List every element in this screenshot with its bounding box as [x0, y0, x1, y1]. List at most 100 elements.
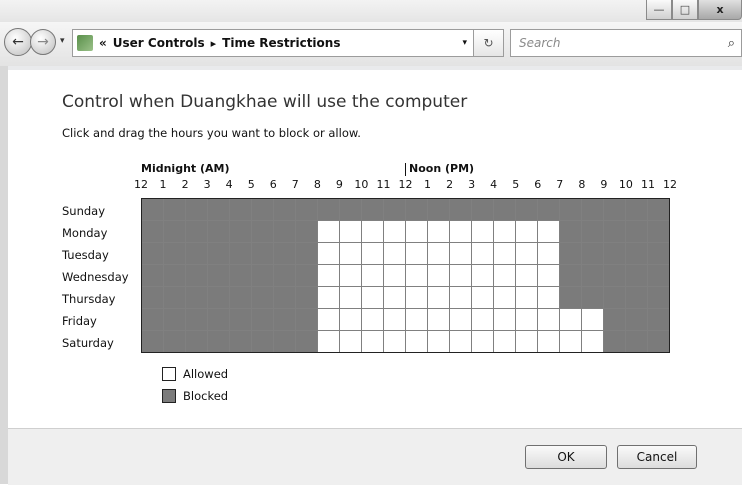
blocked-hour-cell[interactable] — [560, 265, 581, 286]
allowed-hour-cell[interactable] — [560, 309, 581, 330]
search-icon[interactable]: ⌕ — [728, 36, 735, 51]
allowed-hour-cell[interactable] — [516, 309, 537, 330]
back-button[interactable]: ← — [4, 28, 32, 56]
blocked-hour-cell[interactable] — [626, 243, 647, 264]
allowed-hour-cell[interactable] — [406, 243, 427, 264]
allowed-hour-cell[interactable] — [384, 221, 405, 242]
blocked-hour-cell[interactable] — [186, 243, 207, 264]
blocked-hour-cell[interactable] — [604, 243, 625, 264]
allowed-hour-cell[interactable] — [406, 221, 427, 242]
maximize-button[interactable]: □ — [672, 0, 698, 20]
blocked-hour-cell[interactable] — [252, 243, 273, 264]
blocked-hour-cell[interactable] — [274, 265, 295, 286]
allowed-hour-cell[interactable] — [362, 265, 383, 286]
blocked-hour-cell[interactable] — [142, 199, 163, 220]
blocked-hour-cell[interactable] — [274, 309, 295, 330]
breadcrumb-overflow[interactable]: « — [99, 36, 107, 50]
blocked-hour-cell[interactable] — [164, 243, 185, 264]
allowed-hour-cell[interactable] — [450, 243, 471, 264]
blocked-hour-cell[interactable] — [274, 331, 295, 352]
allowed-hour-cell[interactable] — [318, 243, 339, 264]
blocked-hour-cell[interactable] — [626, 265, 647, 286]
blocked-hour-cell[interactable] — [428, 199, 449, 220]
blocked-hour-cell[interactable] — [626, 331, 647, 352]
allowed-hour-cell[interactable] — [340, 287, 361, 308]
allowed-hour-cell[interactable] — [538, 309, 559, 330]
allowed-hour-cell[interactable] — [516, 221, 537, 242]
allowed-hour-cell[interactable] — [318, 309, 339, 330]
blocked-hour-cell[interactable] — [142, 243, 163, 264]
allowed-hour-cell[interactable] — [582, 309, 603, 330]
allowed-hour-cell[interactable] — [516, 265, 537, 286]
blocked-hour-cell[interactable] — [252, 331, 273, 352]
allowed-hour-cell[interactable] — [560, 331, 581, 352]
blocked-hour-cell[interactable] — [384, 199, 405, 220]
blocked-hour-cell[interactable] — [164, 265, 185, 286]
allowed-hour-cell[interactable] — [340, 243, 361, 264]
allowed-hour-cell[interactable] — [472, 265, 493, 286]
blocked-hour-cell[interactable] — [340, 199, 361, 220]
blocked-hour-cell[interactable] — [230, 243, 251, 264]
allowed-hour-cell[interactable] — [516, 331, 537, 352]
blocked-hour-cell[interactable] — [186, 221, 207, 242]
allowed-hour-cell[interactable] — [340, 309, 361, 330]
blocked-hour-cell[interactable] — [164, 331, 185, 352]
blocked-hour-cell[interactable] — [186, 287, 207, 308]
blocked-hour-cell[interactable] — [582, 287, 603, 308]
allowed-hour-cell[interactable] — [494, 265, 515, 286]
blocked-hour-cell[interactable] — [648, 287, 669, 308]
blocked-hour-cell[interactable] — [604, 265, 625, 286]
blocked-hour-cell[interactable] — [230, 287, 251, 308]
allowed-hour-cell[interactable] — [362, 287, 383, 308]
allowed-hour-cell[interactable] — [538, 265, 559, 286]
allowed-hour-cell[interactable] — [428, 287, 449, 308]
allowed-hour-cell[interactable] — [318, 265, 339, 286]
allowed-hour-cell[interactable] — [538, 331, 559, 352]
allowed-hour-cell[interactable] — [472, 309, 493, 330]
blocked-hour-cell[interactable] — [230, 331, 251, 352]
blocked-hour-cell[interactable] — [560, 221, 581, 242]
allowed-hour-cell[interactable] — [384, 265, 405, 286]
allowed-hour-cell[interactable] — [428, 331, 449, 352]
allowed-hour-cell[interactable] — [362, 309, 383, 330]
blocked-hour-cell[interactable] — [560, 287, 581, 308]
allowed-hour-cell[interactable] — [450, 221, 471, 242]
blocked-hour-cell[interactable] — [208, 331, 229, 352]
blocked-hour-cell[interactable] — [296, 243, 317, 264]
allowed-hour-cell[interactable] — [362, 221, 383, 242]
allowed-hour-cell[interactable] — [450, 287, 471, 308]
blocked-hour-cell[interactable] — [604, 221, 625, 242]
blocked-hour-cell[interactable] — [296, 199, 317, 220]
blocked-hour-cell[interactable] — [252, 309, 273, 330]
blocked-hour-cell[interactable] — [208, 309, 229, 330]
blocked-hour-cell[interactable] — [472, 199, 493, 220]
blocked-hour-cell[interactable] — [186, 265, 207, 286]
blocked-hour-cell[interactable] — [296, 331, 317, 352]
allowed-hour-cell[interactable] — [494, 331, 515, 352]
allowed-hour-cell[interactable] — [384, 309, 405, 330]
blocked-hour-cell[interactable] — [252, 221, 273, 242]
blocked-hour-cell[interactable] — [582, 243, 603, 264]
blocked-hour-cell[interactable] — [648, 309, 669, 330]
allowed-hour-cell[interactable] — [450, 309, 471, 330]
blocked-hour-cell[interactable] — [648, 265, 669, 286]
allowed-hour-cell[interactable] — [406, 287, 427, 308]
allowed-hour-cell[interactable] — [494, 221, 515, 242]
allowed-hour-cell[interactable] — [362, 331, 383, 352]
blocked-hour-cell[interactable] — [142, 287, 163, 308]
blocked-hour-cell[interactable] — [208, 287, 229, 308]
blocked-hour-cell[interactable] — [516, 199, 537, 220]
allowed-hour-cell[interactable] — [516, 287, 537, 308]
blocked-hour-cell[interactable] — [274, 199, 295, 220]
allowed-hour-cell[interactable] — [340, 331, 361, 352]
blocked-hour-cell[interactable] — [626, 199, 647, 220]
blocked-hour-cell[interactable] — [604, 331, 625, 352]
blocked-hour-cell[interactable] — [252, 199, 273, 220]
blocked-hour-cell[interactable] — [208, 243, 229, 264]
allowed-hour-cell[interactable] — [384, 243, 405, 264]
allowed-hour-cell[interactable] — [362, 243, 383, 264]
minimize-button[interactable]: — — [646, 0, 672, 20]
blocked-hour-cell[interactable] — [252, 287, 273, 308]
blocked-hour-cell[interactable] — [252, 265, 273, 286]
blocked-hour-cell[interactable] — [164, 309, 185, 330]
